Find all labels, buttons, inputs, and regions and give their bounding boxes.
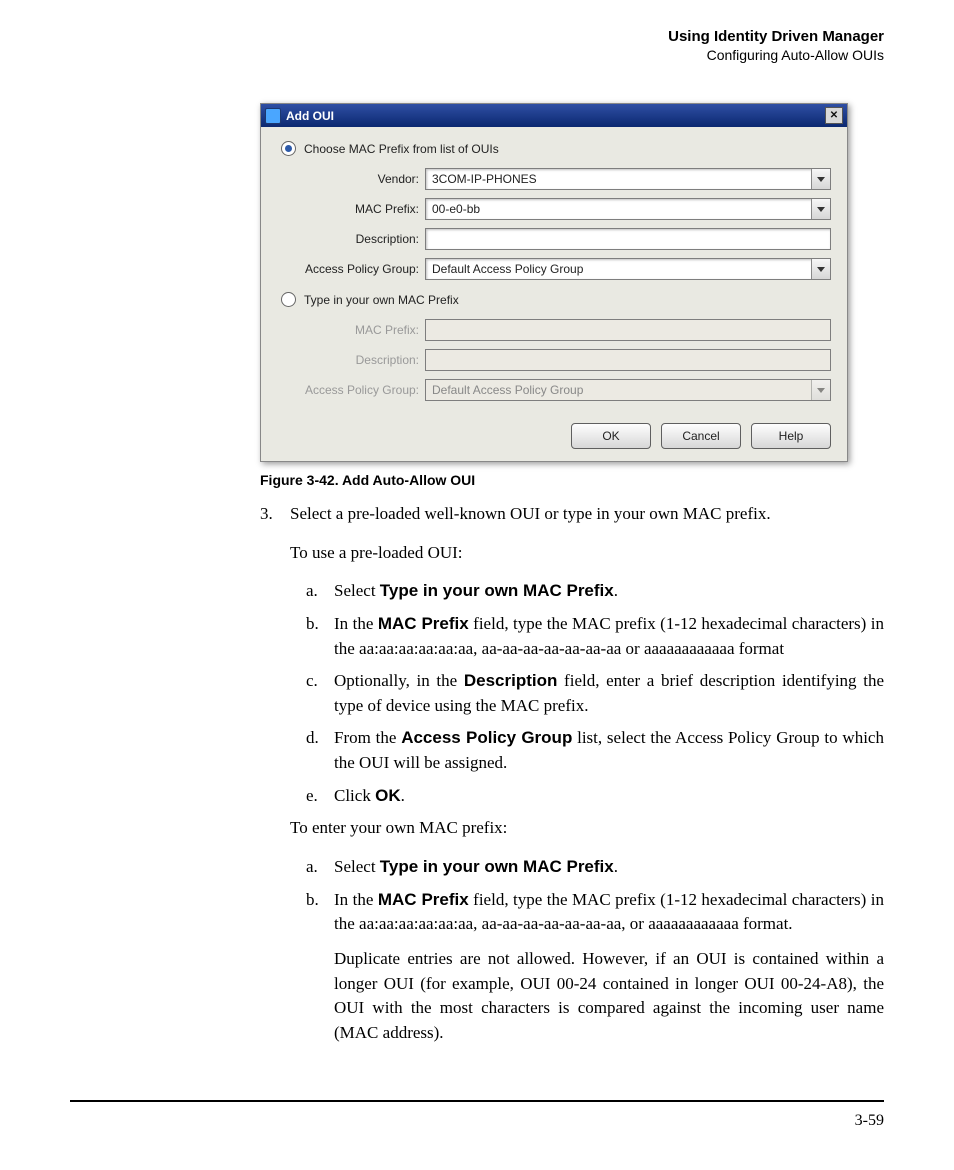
page-header: Using Identity Driven Manager Configurin… — [70, 28, 884, 63]
radio-choose-label: Choose MAC Prefix from list of OUIs — [304, 142, 499, 156]
cancel-button[interactable]: Cancel — [661, 423, 741, 449]
mac-prefix-input-2 — [425, 319, 831, 341]
description-input[interactable] — [425, 228, 831, 250]
label-access-policy-group-2: Access Policy Group: — [279, 383, 425, 397]
vendor-value: 3COM-IP-PHONES — [432, 172, 537, 186]
access-policy-value: Default Access Policy Group — [432, 262, 583, 276]
page-number: 3-59 — [70, 1112, 884, 1130]
substep-marker: c. — [306, 669, 334, 718]
substep-text: Select Type in your own MAC Prefix. — [334, 579, 884, 604]
substep-marker: d. — [306, 726, 334, 775]
vendor-select[interactable]: 3COM-IP-PHONES — [425, 168, 831, 190]
label-description: Description: — [279, 232, 425, 246]
step-marker: 3. — [260, 502, 290, 1064]
step-text: Select a pre-loaded well-known OUI or ty… — [290, 502, 884, 527]
substep-text: In the MAC Prefix field, type the MAC pr… — [334, 612, 884, 661]
add-oui-dialog: Add OUI ✕ Choose MAC Prefix from list of… — [260, 103, 848, 462]
label-access-policy-group: Access Policy Group: — [279, 262, 425, 276]
substep-text: In the MAC Prefix field, type the MAC pr… — [334, 888, 884, 1056]
header-subtitle: Configuring Auto-Allow OUIs — [70, 47, 884, 63]
substep-marker: e. — [306, 784, 334, 809]
substep-text: From the Access Policy Group list, selec… — [334, 726, 884, 775]
chevron-down-icon[interactable] — [811, 199, 830, 219]
substep-text: Click OK. — [334, 784, 884, 809]
description-input-2 — [425, 349, 831, 371]
access-policy-select[interactable]: Default Access Policy Group — [425, 258, 831, 280]
substep-text: Select Type in your own MAC Prefix. — [334, 855, 884, 880]
substep-marker: b. — [306, 612, 334, 661]
chevron-down-icon[interactable] — [811, 169, 830, 189]
dialog-title: Add OUI — [286, 109, 334, 123]
substep-marker: b. — [306, 888, 334, 1056]
substep-marker: a. — [306, 855, 334, 880]
header-title: Using Identity Driven Manager — [70, 28, 884, 45]
label-description-2: Description: — [279, 353, 425, 367]
substep-marker: a. — [306, 579, 334, 604]
mac-prefix-value: 00-e0-bb — [432, 202, 480, 216]
close-icon[interactable]: ✕ — [825, 107, 843, 124]
label-mac-prefix-2: MAC Prefix: — [279, 323, 425, 337]
radio-type-own[interactable] — [281, 292, 296, 307]
radio-type-own-label: Type in your own MAC Prefix — [304, 293, 459, 307]
dialog-icon — [265, 108, 281, 124]
help-button[interactable]: Help — [751, 423, 831, 449]
figure-caption: Figure 3-42. Add Auto-Allow OUI — [260, 472, 884, 488]
radio-choose-from-list[interactable] — [281, 141, 296, 156]
footer-divider — [70, 1100, 884, 1102]
label-vendor: Vendor: — [279, 172, 425, 186]
access-policy-value-2: Default Access Policy Group — [432, 383, 583, 397]
ok-button[interactable]: OK — [571, 423, 651, 449]
dialog-titlebar: Add OUI ✕ — [261, 104, 847, 127]
substep-text: Optionally, in the Description field, en… — [334, 669, 884, 718]
label-mac-prefix: MAC Prefix: — [279, 202, 425, 216]
step-text: To enter your own MAC prefix: — [290, 816, 884, 841]
access-policy-select-2: Default Access Policy Group — [425, 379, 831, 401]
chevron-down-icon[interactable] — [811, 259, 830, 279]
step-text: To use a pre-loaded OUI: — [290, 541, 884, 566]
mac-prefix-select[interactable]: 00-e0-bb — [425, 198, 831, 220]
chevron-down-icon — [811, 380, 830, 400]
